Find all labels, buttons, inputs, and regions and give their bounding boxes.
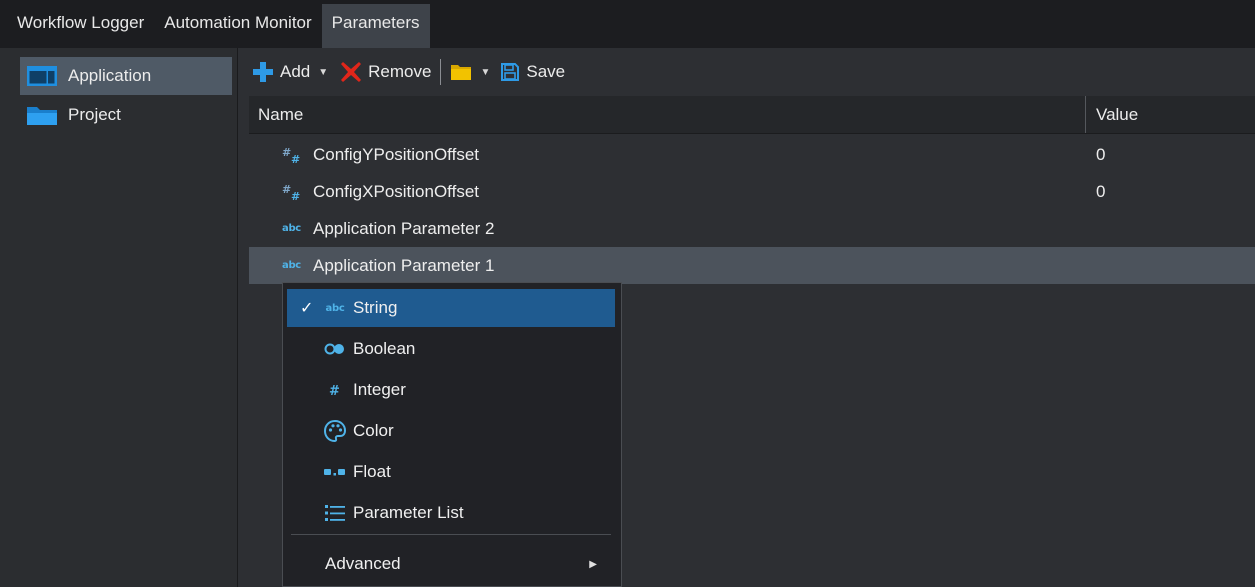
row-value[interactable]: 0 xyxy=(1086,145,1105,165)
sidebar-item-label: Project xyxy=(68,105,121,124)
float-icon xyxy=(324,469,345,476)
floppy-disk-icon xyxy=(501,63,520,81)
column-header-name[interactable]: Name xyxy=(249,96,1086,133)
row-value[interactable]: 0 xyxy=(1086,182,1105,202)
abc-icon: abc xyxy=(282,260,301,271)
toolbar: Add ▼ Remove ▼ Save xyxy=(239,48,1255,96)
save-button[interactable]: Save xyxy=(497,57,568,87)
palette-icon xyxy=(323,419,347,443)
chevron-down-icon[interactable]: ▼ xyxy=(480,67,490,78)
sidebar: Application Project xyxy=(0,48,238,587)
sidebar-item-label: Application xyxy=(68,66,152,85)
abc-icon: abc xyxy=(325,302,345,314)
list-icon xyxy=(325,505,345,521)
plus-icon xyxy=(253,62,273,82)
table-row[interactable]: # # ConfigXPositionOffset 0 xyxy=(249,173,1255,210)
integer-type-icon: # # xyxy=(282,146,300,164)
table-row-selected[interactable]: abc Application Parameter 1 xyxy=(249,247,1255,284)
hash-icon: # xyxy=(329,384,340,397)
toolbar-separator xyxy=(440,59,442,85)
open-folder-button[interactable]: ▼ xyxy=(447,57,493,87)
folder-icon xyxy=(27,107,57,125)
chevron-right-icon: ▶ xyxy=(589,558,597,570)
menu-item-advanced[interactable]: Advanced ▶ xyxy=(287,545,615,583)
type-context-menu: ✓ abc String Boolean # Integer Color Flo… xyxy=(282,282,622,587)
column-header-value[interactable]: Value xyxy=(1086,105,1138,125)
sidebar-item-application[interactable]: Application xyxy=(20,57,232,95)
toggle-icon xyxy=(324,343,344,355)
menu-item-integer[interactable]: # Integer xyxy=(287,371,615,409)
add-button[interactable]: Add ▼ xyxy=(249,57,331,87)
folder-icon xyxy=(451,65,472,80)
remove-button[interactable]: Remove xyxy=(337,57,434,87)
chevron-down-icon[interactable]: ▼ xyxy=(318,67,328,78)
tab-bar: Workflow Logger Automation Monitor Param… xyxy=(0,0,1255,49)
checkmark-icon: ✓ xyxy=(300,300,314,317)
menu-item-color[interactable]: Color xyxy=(287,412,615,450)
tab-automation-monitor[interactable]: Automation Monitor xyxy=(154,0,321,46)
menu-item-boolean[interactable]: Boolean xyxy=(287,330,615,368)
menu-item-string[interactable]: ✓ abc String xyxy=(287,289,615,327)
menu-item-float[interactable]: Float xyxy=(287,453,615,491)
svg-text:#: # xyxy=(282,183,291,196)
svg-text:#: # xyxy=(291,153,300,164)
close-icon xyxy=(341,62,362,82)
menu-separator xyxy=(291,534,611,535)
abc-icon: abc xyxy=(282,223,301,234)
integer-type-icon: # # xyxy=(282,183,300,201)
svg-text:#: # xyxy=(329,384,340,397)
svg-text:#: # xyxy=(291,190,300,201)
menu-item-parameter-list[interactable]: Parameter List xyxy=(287,494,615,532)
window-icon xyxy=(27,66,57,86)
svg-text:#: # xyxy=(282,146,291,159)
tab-workflow-logger[interactable]: Workflow Logger xyxy=(7,0,154,46)
tab-parameters[interactable]: Parameters xyxy=(321,4,430,49)
sidebar-item-project[interactable]: Project xyxy=(20,96,232,134)
table-row[interactable]: abc Application Parameter 2 xyxy=(249,210,1255,247)
table-row[interactable]: # # ConfigYPositionOffset 0 xyxy=(249,136,1255,173)
table-header: Name Value xyxy=(249,96,1255,134)
